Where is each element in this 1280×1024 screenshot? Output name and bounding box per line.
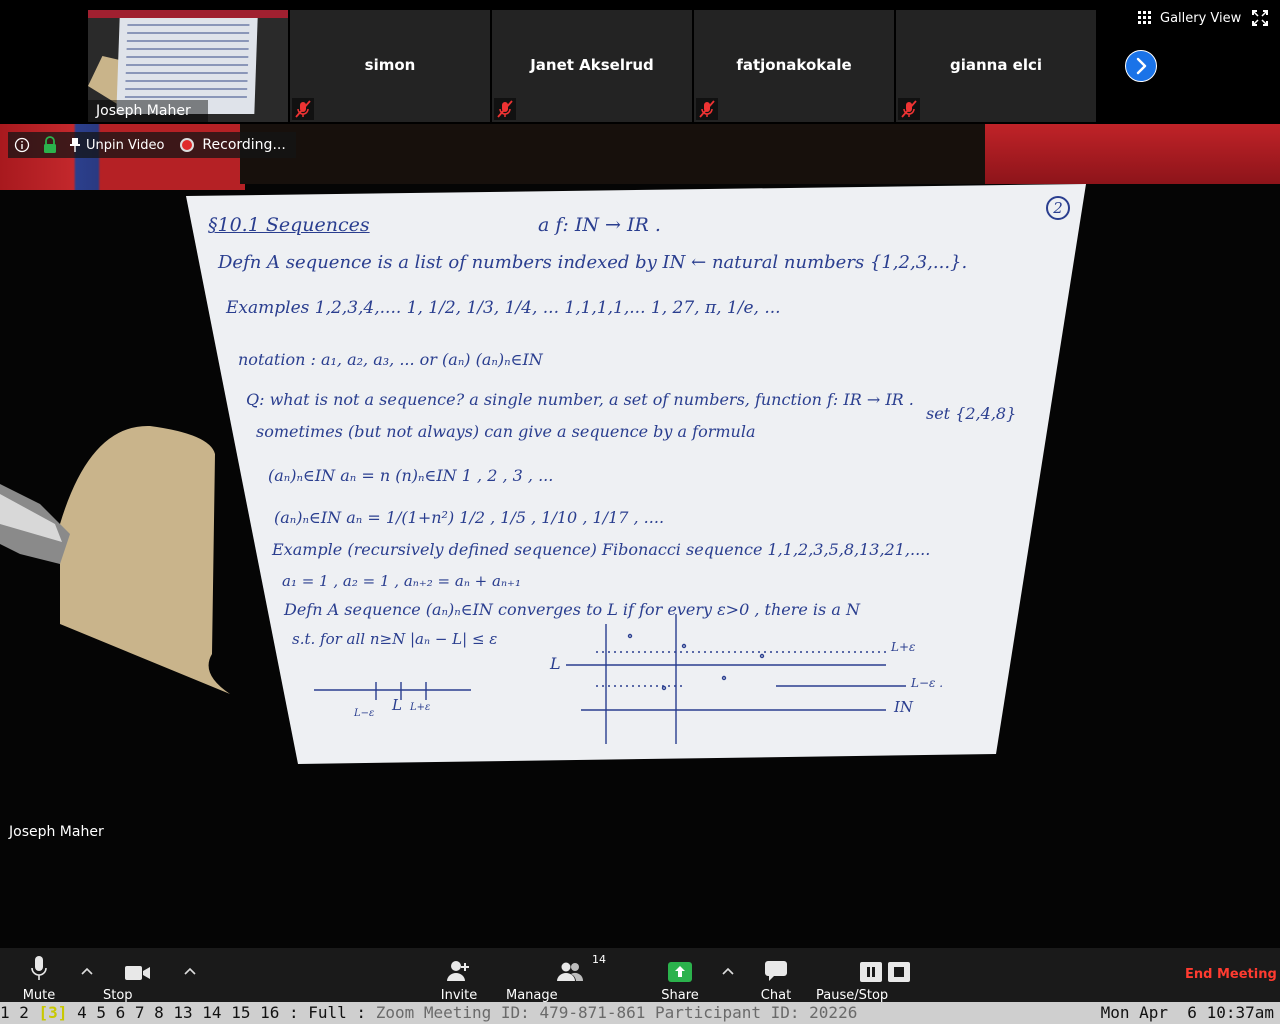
recording-indicator[interactable]: Recording... — [174, 137, 295, 153]
pause-icon[interactable] — [860, 962, 882, 982]
participant-name: simon — [364, 56, 416, 74]
background-object — [240, 124, 985, 184]
mute-button[interactable]: Mute — [20, 954, 58, 1003]
numberline-label: L — [392, 696, 402, 714]
chevron-up-icon[interactable] — [80, 966, 94, 976]
chevron-right-icon — [1136, 57, 1147, 75]
graph-label: L+ε — [891, 640, 916, 654]
pin-icon — [70, 138, 80, 152]
handwritten-notes-page: 2 §10.1 Sequences a f: IN → IR . Defn A … — [186, 184, 1086, 764]
lock-icon — [44, 136, 56, 153]
next-page-button[interactable] — [1125, 50, 1157, 82]
muted-mic-icon — [292, 98, 314, 120]
self-video-thumbnail[interactable]: Joseph Maher — [88, 10, 288, 122]
current-window: [3] — [38, 1003, 68, 1022]
encryption-button[interactable] — [36, 132, 64, 158]
muted-mic-icon — [494, 98, 516, 120]
numberline-label: L−ε — [354, 708, 375, 719]
participant-count-badge: 14 — [592, 953, 606, 966]
unpin-video-label: Unpin Video — [86, 137, 165, 153]
end-meeting-button[interactable]: End Meeting — [1185, 967, 1277, 982]
chat-bubble-icon — [765, 961, 787, 981]
video-overlay-controls: Unpin Video Recording... — [8, 132, 296, 158]
microphone-icon — [31, 956, 47, 980]
background-object — [985, 124, 1280, 184]
grid-icon — [1138, 11, 1151, 24]
graph-label: L — [550, 654, 561, 673]
window-list: 1 2 — [0, 1003, 39, 1022]
window-title: Zoom Meeting ID: 479-871-861 Participant… — [375, 1003, 858, 1022]
share-label: Share — [661, 988, 699, 1003]
thumbnail-background — [88, 10, 288, 18]
participant-tile[interactable]: fatjonakokale — [694, 10, 894, 122]
active-speaker-video: 2 §10.1 Sequences a f: IN → IR . Defn A … — [0, 124, 1280, 948]
graph-label: L−ε . — [911, 676, 944, 690]
graph-label: IN — [894, 698, 914, 716]
participant-tile[interactable]: simon — [290, 10, 490, 122]
window-list: 4 5 6 7 8 13 14 15 16 : Full : — [67, 1003, 376, 1022]
desk-lamp — [0, 425, 230, 694]
participant-name: fatjonakokale — [736, 56, 852, 74]
gallery-view-label: Gallery View — [1160, 10, 1242, 26]
chat-label: Chat — [760, 988, 792, 1003]
invite-label: Invite — [440, 988, 478, 1003]
share-screen-icon — [668, 962, 692, 982]
convergence-graph — [314, 614, 906, 744]
tmux-status-bar: 1 2 [3] 4 5 6 7 8 13 14 15 16 : Full : Z… — [0, 1002, 1280, 1024]
clock: Mon Apr 6 10:37am — [1100, 1003, 1274, 1022]
info-button[interactable] — [8, 132, 36, 158]
participant-tile[interactable]: Janet Akselrud — [492, 10, 692, 122]
active-speaker-name: Joseph Maher — [9, 824, 104, 840]
add-user-icon — [447, 961, 469, 981]
invite-button[interactable]: Invite — [438, 954, 480, 1003]
fullscreen-icon[interactable] — [1252, 10, 1268, 26]
self-name-label: Joseph Maher — [88, 100, 208, 122]
chevron-up-icon[interactable] — [183, 966, 197, 976]
chat-button[interactable]: Chat — [758, 954, 794, 1003]
info-icon — [14, 137, 30, 153]
participant-name: Janet Akselrud — [530, 56, 654, 74]
numberline-label: L+ε — [410, 702, 431, 713]
record-dot-icon — [180, 138, 195, 152]
gallery-view-button[interactable]: Gallery View — [1138, 8, 1241, 28]
unpin-video-button[interactable]: Unpin Video — [64, 137, 174, 153]
participant-strip: Joseph Maher simon Janet Akselrud fatjon… — [0, 0, 1280, 124]
mute-label: Mute — [22, 988, 56, 1003]
chevron-up-icon[interactable] — [721, 966, 735, 976]
stop-icon[interactable] — [888, 962, 910, 982]
muted-mic-icon — [696, 98, 718, 120]
participants-icon — [557, 962, 584, 981]
video-camera-icon — [125, 966, 150, 980]
participant-name: gianna elci — [949, 56, 1043, 74]
muted-mic-icon — [898, 98, 920, 120]
share-button[interactable]: Share — [660, 954, 700, 1003]
recording-label: Recording... — [202, 137, 286, 153]
participant-tile[interactable]: gianna elci — [896, 10, 1096, 122]
